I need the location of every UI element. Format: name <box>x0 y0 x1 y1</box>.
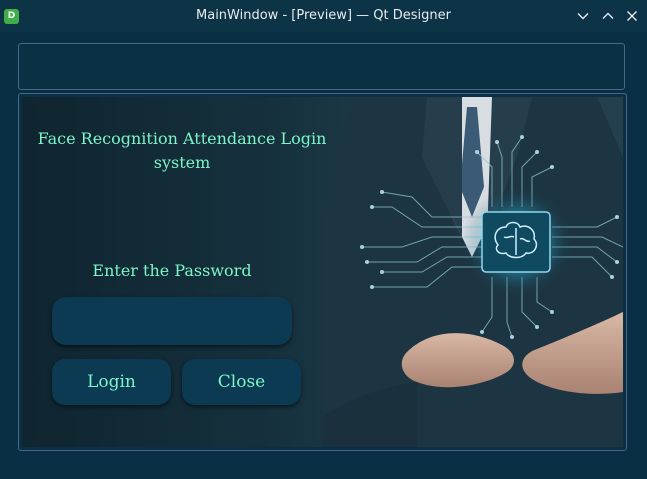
password-input[interactable] <box>52 297 292 345</box>
window-body: Face Recognition Attendance Login system… <box>0 32 647 479</box>
minimize-icon[interactable] <box>574 7 592 25</box>
close-button[interactable]: Close <box>182 359 301 405</box>
main-frame: Face Recognition Attendance Login system… <box>18 93 627 451</box>
maximize-icon[interactable] <box>599 7 617 25</box>
app-heading: Face Recognition Attendance Login system <box>37 129 327 172</box>
window-titlebar[interactable]: D MainWindow - [Preview] — Qt Designer <box>0 0 647 32</box>
password-label: Enter the Password <box>92 261 252 280</box>
close-icon[interactable] <box>623 7 641 25</box>
window-title: MainWindow - [Preview] — Qt Designer <box>196 8 451 23</box>
top-frame <box>18 43 625 90</box>
login-button[interactable]: Login <box>52 359 171 405</box>
login-panel: Face Recognition Attendance Login system… <box>22 97 623 447</box>
